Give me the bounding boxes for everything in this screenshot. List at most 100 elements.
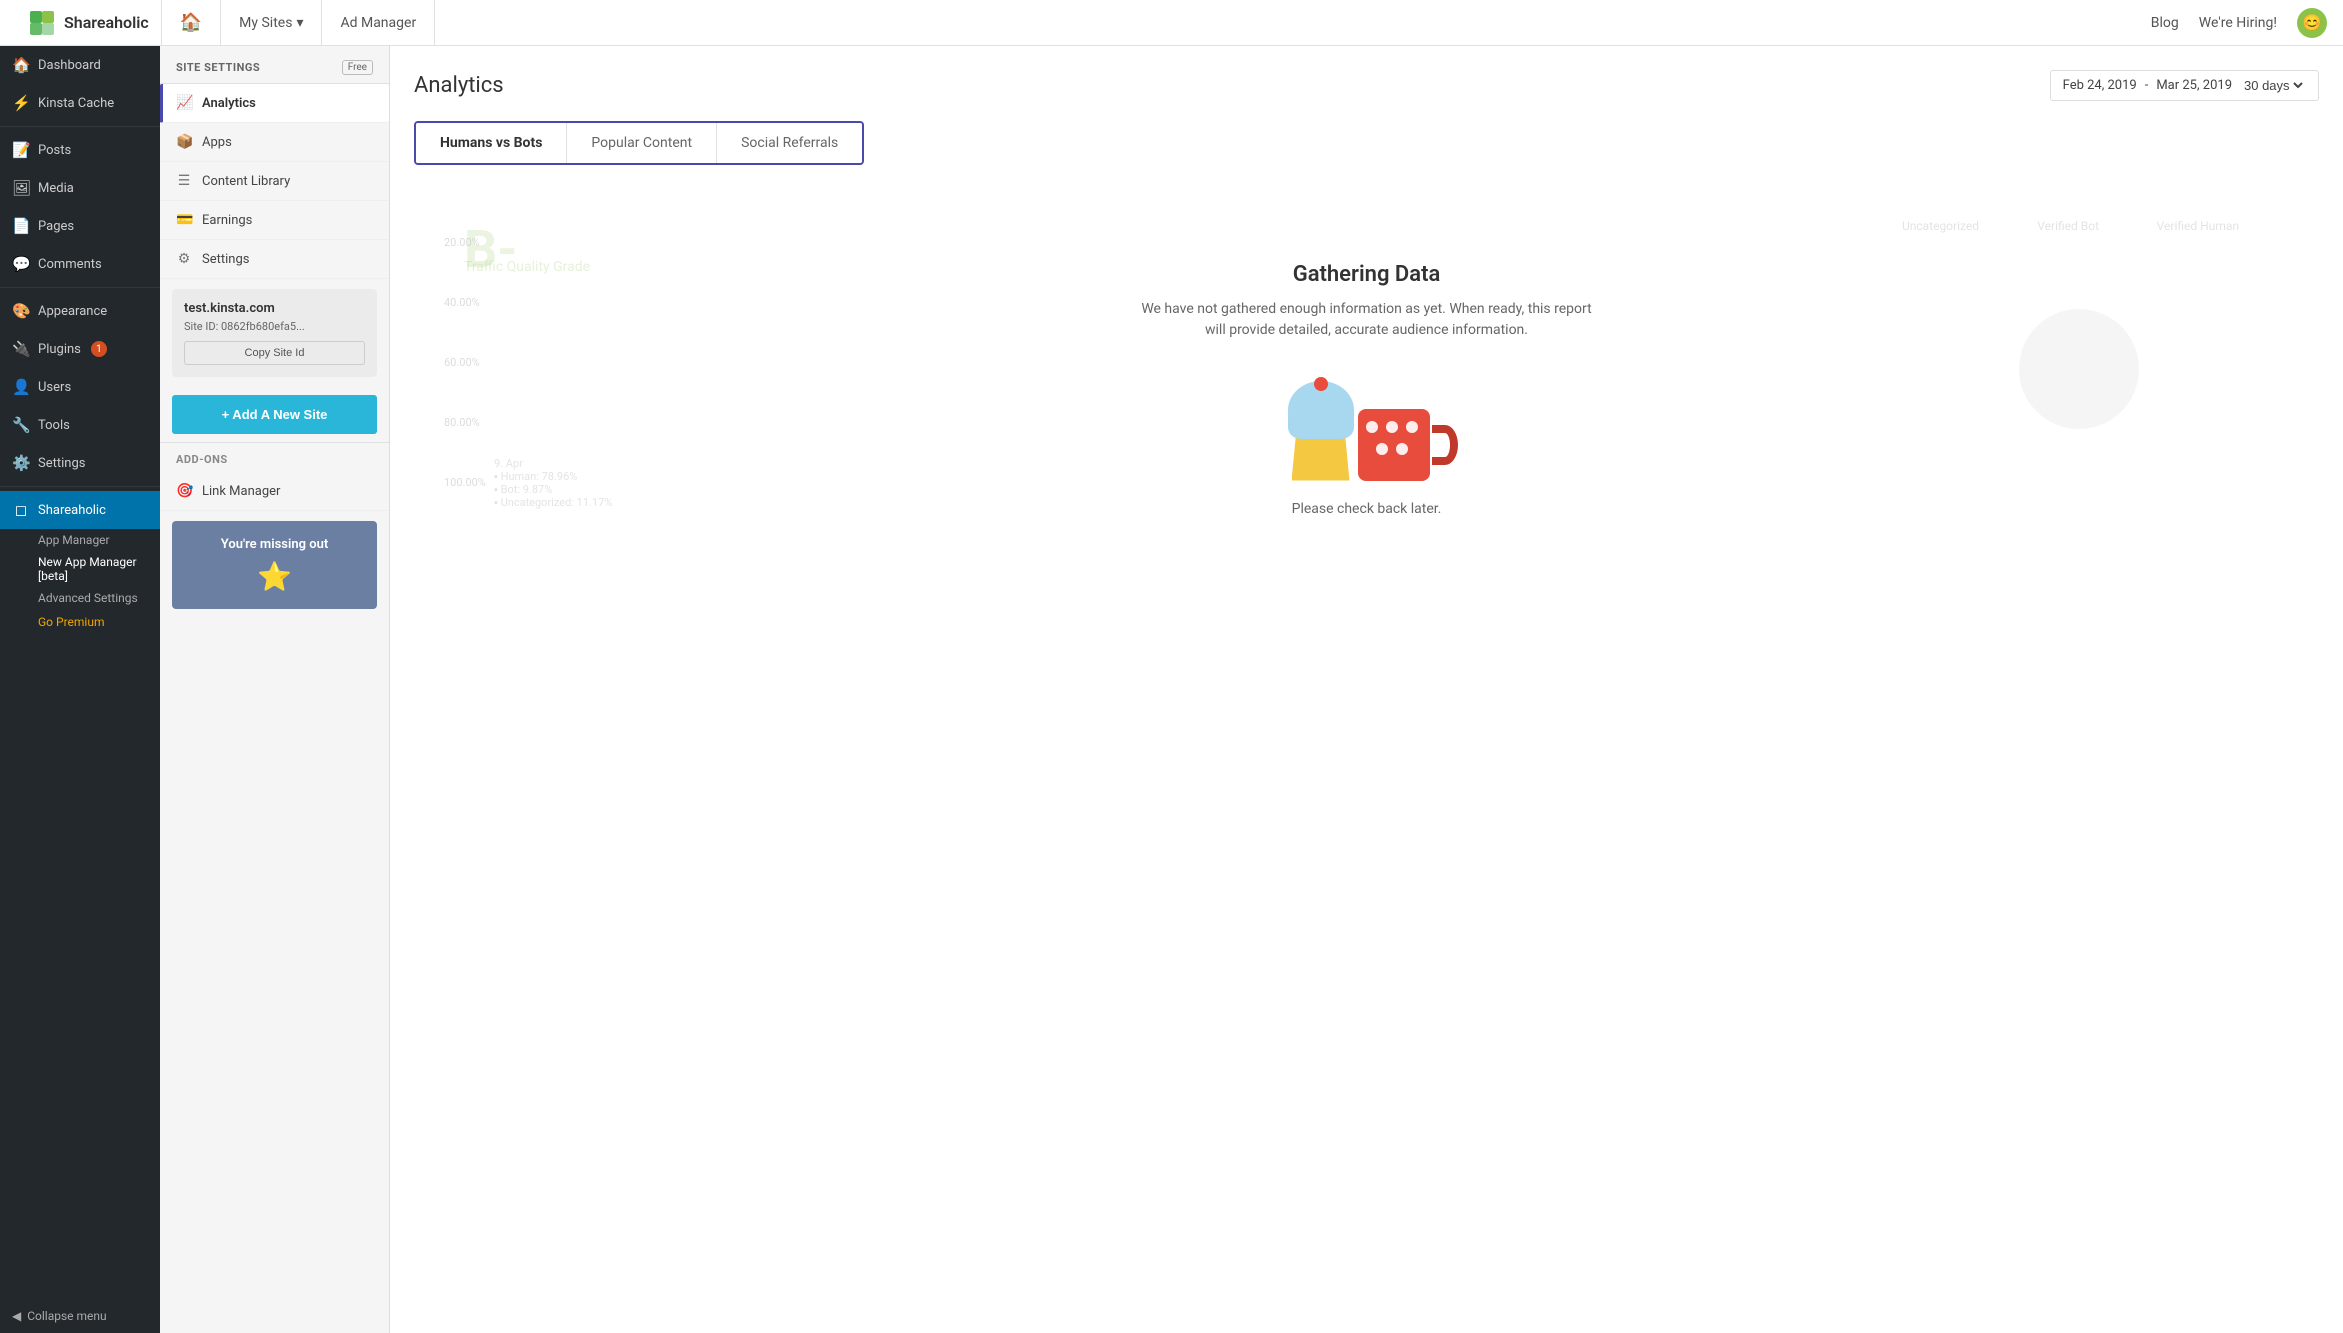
site-id-row: Site ID: 0862fb680efa5... [184,320,365,333]
analytics-header: Analytics Feb 24, 2019 - Mar 25, 2019 30… [414,70,2319,101]
missing-out-promo: You're missing out ⭐ [172,521,377,609]
home-button[interactable]: 🏠 [162,0,221,45]
sidebar-item-plugins[interactable]: 🔌 Plugins 1 [0,330,160,368]
sidebar-label-dashboard: Dashboard [38,58,101,73]
date-to: Mar 25, 2019 [2156,78,2232,93]
tab-popular-content[interactable]: Popular Content [567,123,717,163]
plugins-badge: 1 [91,341,107,357]
my-sites-button[interactable]: My Sites ▾ [221,0,322,45]
sidebar-sub-app-manager[interactable]: App Manager [0,529,160,551]
date-separator: - [2145,78,2149,93]
sidebar-item-kinsta-cache[interactable]: ⚡ Kinsta Cache [0,84,160,122]
media-icon: 🖼 [12,179,30,197]
tab-humans-vs-bots[interactable]: Humans vs Bots [416,123,567,163]
sidebar-label-pages: Pages [38,219,74,234]
plugins-icon: 🔌 [12,340,30,358]
sidebar-item-tools[interactable]: 🔧 Tools [0,406,160,444]
sidebar-item-comments[interactable]: 💬 Comments [0,245,160,283]
sidebar-divider-3 [0,486,160,487]
traffic-grade-label-bg: Traffic Quality Grade [464,259,590,275]
blog-link[interactable]: Blog [2151,15,2179,31]
date-range-select[interactable]: 30 days [2240,77,2306,94]
tab-label-popular-content: Popular Content [591,135,692,151]
site-info-box: test.kinsta.com Site ID: 0862fb680efa5..… [172,289,377,377]
sidebar-item-settings[interactable]: ⚙️ Settings [0,444,160,482]
add-new-site-button[interactable]: + Add A New Site [172,395,377,434]
shareaholic-icon: ◻ [12,501,30,519]
tab-label-humans-bots: Humans vs Bots [440,135,542,151]
sidebar-item-pages[interactable]: 📄 Pages [0,207,160,245]
collapse-menu-button[interactable]: ◀ Collapse menu [0,1299,160,1333]
sh-nav-label-settings: Settings [202,252,249,267]
cupcake-wrapper [1292,433,1350,481]
gathering-note: Please check back later. [1137,501,1597,517]
date-range-bar[interactable]: Feb 24, 2019 - Mar 25, 2019 30 days [2050,70,2319,101]
sidebar-sub-label-new-app: New App Manager [beta] [38,555,137,583]
main-layout: 🏠 Dashboard ⚡ Kinsta Cache 📝 Posts 🖼 Med… [0,46,2343,1333]
gathering-data-area: B- Traffic Quality Grade 100.00% 80.00% … [414,189,2319,589]
sidebar-item-appearance[interactable]: 🎨 Appearance [0,292,160,330]
sidebar-sub-label-advanced: Advanced Settings [38,591,138,605]
tab-social-referrals[interactable]: Social Referrals [717,123,862,163]
site-id-value: 0862fb680efa5... [221,320,305,333]
sidebar-divider-1 [0,126,160,127]
ad-manager-button[interactable]: Ad Manager [322,0,435,45]
site-settings-title: SITE SETTINGS [176,61,260,74]
ghost-pie-chart [2019,309,2139,429]
collapse-icon: ◀ [12,1309,21,1323]
analytics-panel: Analytics Feb 24, 2019 - Mar 25, 2019 30… [390,46,2343,1333]
sh-nav-label-earnings: Earnings [202,213,252,228]
sidebar-sub-label-app-manager: App Manager [38,533,110,547]
chart-y-60: 60.00% [444,356,480,369]
sidebar-item-users[interactable]: 👤 Users [0,368,160,406]
gathering-content: Gathering Data We have not gathered enou… [1137,262,1597,517]
cupcake-illustration [1276,361,1366,481]
sh-nav-analytics[interactable]: 📈 Analytics [160,84,389,123]
date-from: Feb 24, 2019 [2063,78,2137,93]
cupcake-cherry [1314,377,1328,391]
mug-dot-5 [1396,443,1408,455]
sh-nav-link-manager[interactable]: 🎯 Link Manager [160,472,389,511]
chart-y-20: 20.00% [444,236,480,249]
mug-dot-3 [1406,421,1418,433]
posts-icon: 📝 [12,141,30,159]
missing-out-title: You're missing out [221,537,328,552]
link-manager-icon: 🎯 [176,483,192,499]
ghost-legend-verified-human: Verified Human [2157,219,2239,233]
wp-sidebar: 🏠 Dashboard ⚡ Kinsta Cache 📝 Posts 🖼 Med… [0,46,160,1333]
sidebar-label-settings: Settings [38,456,85,471]
sidebar-sub-advanced-settings[interactable]: Advanced Settings [0,587,160,609]
sh-nav-content-library[interactable]: ☰ Content Library [160,162,389,201]
go-premium-label: Go Premium [38,615,104,629]
missing-out-star-icon: ⭐ [257,560,292,593]
sidebar-label-media: Media [38,181,74,196]
sh-nav-settings[interactable]: ⚙ Settings [160,240,389,279]
sidebar-label-tools: Tools [38,418,70,433]
sh-settings-icon: ⚙ [176,251,192,267]
mug-handle [1432,425,1458,465]
sidebar-item-posts[interactable]: 📝 Posts [0,131,160,169]
sidebar-sub-new-app-manager[interactable]: New App Manager [beta] [0,551,160,587]
content-area: SITE SETTINGS Free 📈 Analytics 📦 Apps ☰ … [160,46,2343,1333]
copy-site-id-button[interactable]: Copy Site Id [184,341,365,365]
go-premium-link[interactable]: Go Premium [0,609,160,635]
sidebar-label-plugins: Plugins [38,342,81,357]
top-nav-right: Blog We're Hiring! 😊 [2151,8,2327,38]
user-avatar[interactable]: 😊 [2297,8,2327,38]
shareaholic-sidebar: SITE SETTINGS Free 📈 Analytics 📦 Apps ☰ … [160,46,390,1333]
sh-nav-earnings[interactable]: 💳 Earnings [160,201,389,240]
tools-icon: 🔧 [12,416,30,434]
users-icon: 👤 [12,378,30,396]
sh-nav-label-apps: Apps [202,135,232,150]
hiring-link[interactable]: We're Hiring! [2199,15,2277,31]
sidebar-label-shareaholic: Shareaholic [38,503,106,518]
logo-area[interactable]: Shareaholic [16,0,162,45]
dashboard-icon: 🏠 [12,56,30,74]
sidebar-item-dashboard[interactable]: 🏠 Dashboard [0,46,160,84]
sh-nav-apps[interactable]: 📦 Apps [160,123,389,162]
sidebar-item-media[interactable]: 🖼 Media [0,169,160,207]
sidebar-label-kinsta: Kinsta Cache [38,96,114,111]
site-settings-header: SITE SETTINGS Free [160,46,389,84]
avatar-emoji: 😊 [2302,13,2322,32]
sidebar-item-shareaholic[interactable]: ◻ Shareaholic [0,491,160,529]
